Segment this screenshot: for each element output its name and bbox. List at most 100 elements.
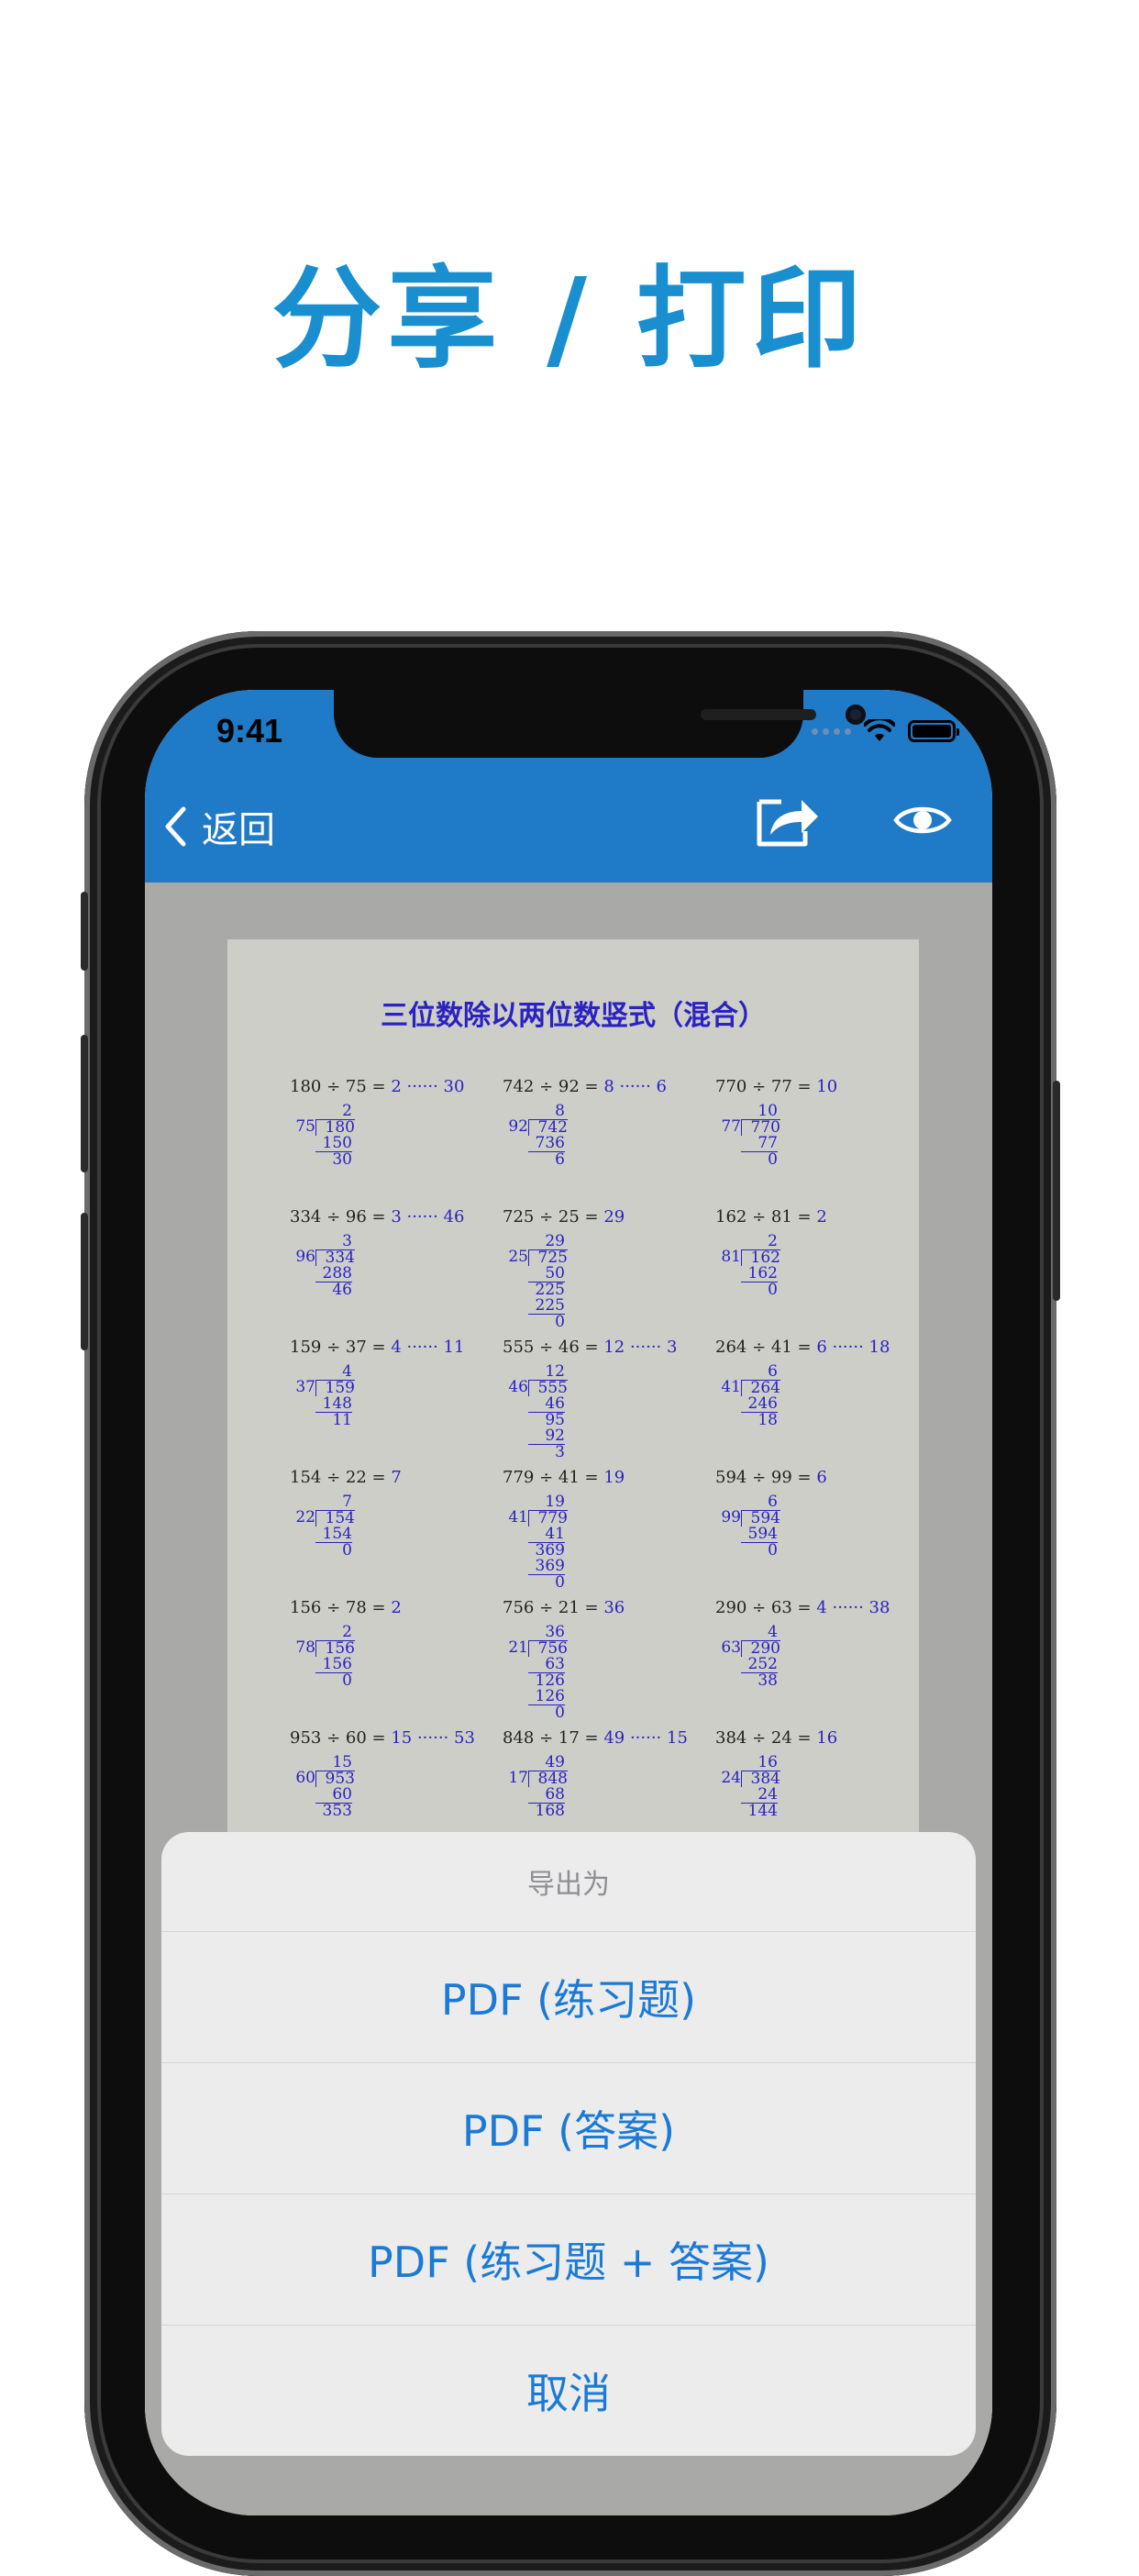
problem-equation: 953 ÷ 60 = 15 ······ 53 xyxy=(290,1728,475,1748)
long-division-step: 369 xyxy=(535,1557,565,1575)
long-division: 12 46 555 46 95 92 3 xyxy=(503,1364,677,1460)
problem-equation: 156 ÷ 78 = 2 xyxy=(290,1598,402,1617)
problem-equation: 555 ÷ 46 = 12 ······ 3 xyxy=(503,1338,677,1357)
action-sheet-title: 导出为 xyxy=(161,1832,976,1932)
long-division-quotient: 4 xyxy=(342,1362,352,1381)
problem-expression: 334 ÷ 96 = xyxy=(290,1207,392,1227)
long-division: 8 92 742 736 6 xyxy=(503,1104,667,1168)
battery-icon xyxy=(908,720,959,742)
problem-equation: 154 ÷ 22 = 7 xyxy=(290,1468,402,1487)
long-division-divisor: 24 xyxy=(721,1769,741,1787)
long-division-step: 50 xyxy=(545,1264,565,1282)
problem-answer: 4 ······ 38 xyxy=(816,1598,890,1617)
problem-answer: 19 xyxy=(603,1468,625,1487)
problem-equation: 264 ÷ 41 = 6 ······ 18 xyxy=(715,1338,890,1357)
problem-equation: 770 ÷ 77 = 10 xyxy=(715,1077,837,1096)
long-division-divisor: 41 xyxy=(721,1378,741,1396)
long-division-step: 594 xyxy=(747,1525,778,1543)
problem-equation: 779 ÷ 41 = 19 xyxy=(503,1468,625,1487)
worksheet-problem: 555 ÷ 46 = 12 ······ 3 12 46 555 46 95 92 3 xyxy=(503,1338,677,1460)
long-division-step: 126 xyxy=(535,1687,565,1705)
problem-expression: 770 ÷ 77 = xyxy=(715,1077,817,1096)
long-division-divisor: 96 xyxy=(295,1248,315,1266)
worksheet-problem: 334 ÷ 96 = 3 ······ 46 3 96 334 288 46 xyxy=(290,1207,464,1298)
problem-expression: 156 ÷ 78 = xyxy=(290,1598,392,1617)
worksheet-problem: 162 ÷ 81 = 2 2 81 162 162 0 xyxy=(715,1207,827,1298)
long-division-step: 144 xyxy=(741,1803,778,1819)
long-division-step: 0 xyxy=(315,1672,352,1689)
long-division-step: 11 xyxy=(315,1412,352,1428)
long-division: 4 37 159 148 11 xyxy=(290,1364,464,1428)
volume-down-button xyxy=(81,1213,88,1350)
long-division-step: 63 xyxy=(545,1655,565,1673)
long-division: 36 21 756 63 126 126 0 xyxy=(503,1625,625,1721)
worksheet-problem: 384 ÷ 24 = 16 16 24 384 24 144 xyxy=(715,1728,837,1819)
export-pdf-exercises-button[interactable]: PDF (练习题) xyxy=(161,1932,976,2063)
worksheet-title: 三位数除以两位数竖式（混合） xyxy=(381,1000,766,1032)
long-division-quotient: 29 xyxy=(545,1232,565,1250)
long-division: 16 24 384 24 144 xyxy=(715,1755,837,1819)
back-button[interactable]: 返回 xyxy=(163,800,275,853)
problem-expression: 779 ÷ 41 = xyxy=(503,1468,604,1487)
long-division: 2 75 180 150 30 xyxy=(290,1104,464,1168)
cancel-button[interactable]: 取消 xyxy=(161,2326,976,2456)
problem-expression: 384 ÷ 24 = xyxy=(715,1728,817,1748)
long-division-divisor: 60 xyxy=(295,1769,315,1787)
phone-screen: 9:41 返回 三位数除以两位数竖式（混合） 180 ÷ 75 = 2 ····… xyxy=(145,690,992,2515)
speaker xyxy=(701,709,816,720)
long-division-divisor: 17 xyxy=(508,1769,528,1787)
problem-equation: 725 ÷ 25 = 29 xyxy=(503,1207,625,1227)
long-division-step: 148 xyxy=(322,1394,352,1413)
problem-expression: 159 ÷ 37 = xyxy=(290,1338,392,1357)
long-division-quotient: 10 xyxy=(757,1102,778,1120)
problem-equation: 594 ÷ 99 = 6 xyxy=(715,1468,827,1487)
worksheet-problem: 264 ÷ 41 = 6 ······ 18 6 41 264 246 18 xyxy=(715,1338,890,1428)
long-division: 3 96 334 288 46 xyxy=(290,1234,464,1298)
long-division-step: 46 xyxy=(545,1394,565,1413)
problem-equation: 162 ÷ 81 = 2 xyxy=(715,1207,827,1227)
export-pdf-answers-button[interactable]: PDF (答案) xyxy=(161,2063,976,2194)
long-division-divisor: 77 xyxy=(721,1117,741,1136)
long-division-divisor: 41 xyxy=(508,1508,528,1527)
worksheet-problem: 290 ÷ 63 = 4 ······ 38 4 63 290 252 38 xyxy=(715,1598,890,1689)
problem-expression: 848 ÷ 17 = xyxy=(503,1728,604,1748)
long-division: 2 78 156 156 0 xyxy=(290,1625,402,1689)
long-division-step: 3 xyxy=(528,1444,565,1460)
problem-expression: 264 ÷ 41 = xyxy=(715,1338,817,1357)
worksheet-problem: 770 ÷ 77 = 10 10 77 770 77 0 xyxy=(715,1077,837,1168)
problem-expression: 290 ÷ 63 = xyxy=(715,1598,817,1617)
problem-equation: 384 ÷ 24 = 16 xyxy=(715,1728,837,1748)
long-division-step: 92 xyxy=(545,1427,565,1445)
export-pdf-exercises-answers-button[interactable]: PDF (练习题 + 答案) xyxy=(161,2194,976,2326)
worksheet-problem: 742 ÷ 92 = 8 ······ 6 8 92 742 736 6 xyxy=(503,1077,667,1168)
wifi-icon xyxy=(864,719,895,741)
problem-expression: 555 ÷ 46 = xyxy=(503,1338,604,1357)
long-division-step: 68 xyxy=(545,1785,565,1804)
long-division-quotient: 3 xyxy=(342,1232,352,1250)
problem-expression: 742 ÷ 92 = xyxy=(503,1077,604,1096)
long-division-divisor: 78 xyxy=(295,1638,315,1657)
problem-answer: 16 xyxy=(816,1728,838,1748)
problem-equation: 742 ÷ 92 = 8 ······ 6 xyxy=(503,1077,667,1096)
status-icons xyxy=(812,717,959,745)
problem-answer: 36 xyxy=(603,1598,625,1617)
volume-up-button xyxy=(81,1035,88,1172)
power-button xyxy=(1053,1081,1060,1301)
long-division-step: 24 xyxy=(757,1785,778,1804)
long-division-step: 162 xyxy=(747,1264,778,1282)
long-division: 2 81 162 162 0 xyxy=(715,1234,827,1298)
long-division-step: 0 xyxy=(528,1314,565,1330)
long-division: 7 22 154 154 0 xyxy=(290,1494,402,1559)
long-division: 6 99 594 594 0 xyxy=(715,1494,827,1559)
problem-answer: 29 xyxy=(603,1207,625,1227)
problem-equation: 290 ÷ 63 = 4 ······ 38 xyxy=(715,1598,890,1617)
share-button[interactable] xyxy=(754,791,820,853)
long-division-quotient: 4 xyxy=(768,1623,778,1641)
long-division-quotient: 16 xyxy=(757,1753,778,1771)
long-division-divisor: 92 xyxy=(508,1117,528,1136)
long-division: 19 41 779 41 369 369 0 xyxy=(503,1494,625,1591)
long-division-step: 150 xyxy=(322,1134,352,1152)
long-division-step: 225 xyxy=(535,1296,565,1315)
headline: 分享 / 打印 xyxy=(271,256,868,383)
preview-button[interactable] xyxy=(893,800,952,844)
